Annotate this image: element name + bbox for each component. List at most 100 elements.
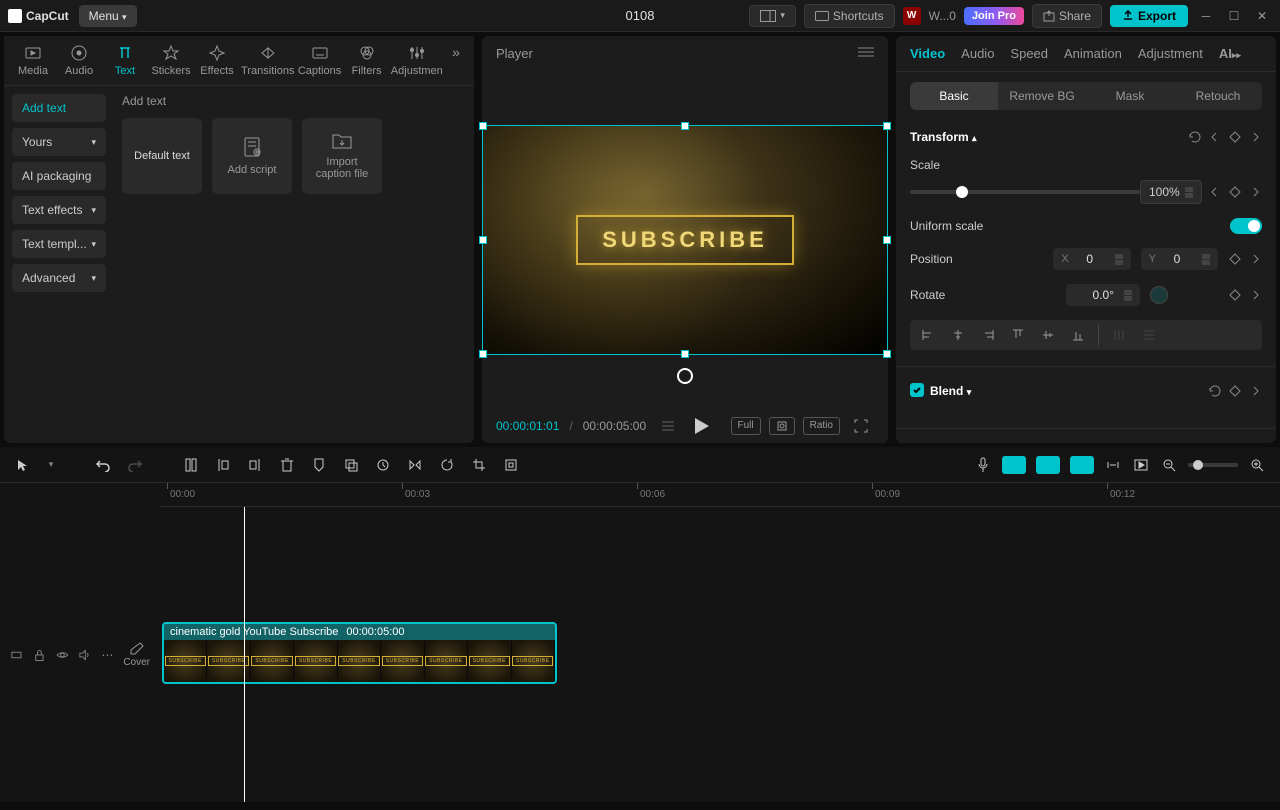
keyframe-next-icon[interactable] xyxy=(1248,130,1262,144)
position-y-input[interactable]: Y0 xyxy=(1141,248,1218,270)
keyframe-prev-icon[interactable] xyxy=(1208,130,1222,144)
tab-transitions[interactable]: Transitions xyxy=(242,42,293,79)
subtab-retouch[interactable]: Retouch xyxy=(1174,82,1262,110)
resize-handle-bm[interactable] xyxy=(681,350,689,358)
rotate-input[interactable]: 0.0° xyxy=(1066,284,1140,306)
keyframe-prev-icon[interactable] xyxy=(1208,185,1222,199)
reverse-tool[interactable] xyxy=(374,456,392,474)
freeze-tool[interactable] xyxy=(502,456,520,474)
scale-slider[interactable] xyxy=(910,190,1140,194)
crop-tool[interactable] xyxy=(470,456,488,474)
snap-track-toggle[interactable] xyxy=(1036,456,1060,474)
prop-tab-ai[interactable]: AI▸▸ xyxy=(1219,46,1241,61)
select-dropdown[interactable]: ▾ xyxy=(46,456,56,474)
prop-tab-speed[interactable]: Speed xyxy=(1010,46,1048,61)
timeline-clip[interactable]: cinematic gold YouTube Subscribe 00:00:0… xyxy=(162,622,557,684)
sidebar-text-effects[interactable]: Text effects▾ xyxy=(12,196,106,224)
position-x-input[interactable]: X0 xyxy=(1053,248,1130,270)
prop-tab-audio[interactable]: Audio xyxy=(961,46,994,61)
select-tool[interactable] xyxy=(14,456,32,474)
tab-stickers[interactable]: Stickers xyxy=(150,42,192,79)
tab-filters[interactable]: Filters xyxy=(346,42,388,79)
subtab-basic[interactable]: Basic xyxy=(910,82,998,110)
keyframe-next-icon[interactable] xyxy=(1248,252,1262,266)
tab-adjustment[interactable]: Adjustmen xyxy=(392,42,442,79)
list-icon[interactable] xyxy=(662,420,674,432)
zoom-slider[interactable] xyxy=(1188,463,1238,467)
blend-header[interactable]: Blend ▾ xyxy=(910,383,971,398)
align-top[interactable] xyxy=(1004,324,1032,346)
tab-captions[interactable]: Captions xyxy=(297,42,341,79)
fullscreen-button[interactable] xyxy=(848,417,874,435)
lock-icon[interactable] xyxy=(33,648,46,662)
resize-handle-br[interactable] xyxy=(883,350,891,358)
mirror-tool[interactable] xyxy=(406,456,424,474)
zoom-in[interactable] xyxy=(1248,456,1266,474)
keyframe-icon[interactable] xyxy=(1228,384,1242,398)
undo-button[interactable] xyxy=(94,456,112,474)
prop-tab-video[interactable]: Video xyxy=(910,46,945,61)
tab-text[interactable]: Text xyxy=(104,42,146,79)
align-bottom[interactable] xyxy=(1064,324,1092,346)
reset-icon[interactable] xyxy=(1188,130,1202,144)
cover-button[interactable]: Cover xyxy=(123,641,150,668)
shortcuts-button[interactable]: Shortcuts xyxy=(804,4,895,28)
keyframe-icon[interactable] xyxy=(1228,185,1242,199)
card-import-caption[interactable]: Import caption file xyxy=(302,118,382,194)
align-right[interactable] xyxy=(974,324,1002,346)
tab-media[interactable]: Media xyxy=(12,42,54,79)
delete-tool[interactable] xyxy=(278,456,296,474)
user-avatar[interactable]: W xyxy=(903,7,921,25)
align-center-v[interactable] xyxy=(1034,324,1062,346)
sidebar-yours[interactable]: Yours▾ xyxy=(12,128,106,156)
join-pro-button[interactable]: Join Pro xyxy=(964,7,1024,25)
card-add-script[interactable]: Add script xyxy=(212,118,292,194)
tab-audio[interactable]: Audio xyxy=(58,42,100,79)
copy-tool[interactable] xyxy=(342,456,360,474)
split-tool[interactable] xyxy=(182,456,200,474)
keyframe-icon[interactable] xyxy=(1228,252,1242,266)
scale-input[interactable]: 100% xyxy=(1140,180,1202,204)
marker-tool[interactable] xyxy=(310,456,328,474)
eye-icon[interactable] xyxy=(56,648,69,662)
align-left[interactable] xyxy=(914,324,942,346)
resize-handle-ml[interactable] xyxy=(479,236,487,244)
align-center-h[interactable] xyxy=(944,324,972,346)
subtab-mask[interactable]: Mask xyxy=(1086,82,1174,110)
prop-tab-adjustment[interactable]: Adjustment xyxy=(1138,46,1203,61)
more-icon[interactable]: ⋯ xyxy=(101,648,113,662)
play-button[interactable] xyxy=(695,418,709,434)
layout-button[interactable]: ▾ xyxy=(749,5,796,27)
close-button[interactable]: ✕ xyxy=(1252,6,1272,26)
snap-main-toggle[interactable] xyxy=(1002,456,1026,474)
timeline-ruler[interactable]: 00:00 00:03 00:06 00:09 00:12 xyxy=(160,483,1280,507)
subtab-remove-bg[interactable]: Remove BG xyxy=(998,82,1086,110)
minimize-button[interactable]: ─ xyxy=(1196,6,1216,26)
redo-button[interactable] xyxy=(126,456,144,474)
share-button[interactable]: Share xyxy=(1032,4,1102,28)
rotate-tool[interactable] xyxy=(438,456,456,474)
sidebar-ai-packaging[interactable]: AI packaging xyxy=(12,162,106,190)
reset-icon[interactable] xyxy=(1208,384,1222,398)
card-default-text[interactable]: Default text xyxy=(122,118,202,194)
resize-handle-mr[interactable] xyxy=(883,236,891,244)
keyframe-next-icon[interactable] xyxy=(1248,185,1262,199)
prop-tab-animation[interactable]: Animation xyxy=(1064,46,1122,61)
speaker-icon[interactable] xyxy=(78,648,91,662)
keyframe-icon[interactable] xyxy=(1228,130,1242,144)
player-menu-icon[interactable] xyxy=(858,46,874,58)
maximize-button[interactable]: ☐ xyxy=(1224,6,1244,26)
sidebar-add-text[interactable]: Add text xyxy=(12,94,106,122)
sidebar-advanced[interactable]: Advanced▾ xyxy=(12,264,106,292)
resize-handle-bl[interactable] xyxy=(479,350,487,358)
ratio-button[interactable]: Ratio xyxy=(803,417,840,435)
link-tool[interactable] xyxy=(1104,456,1122,474)
trim-right-tool[interactable] xyxy=(246,456,264,474)
menu-button[interactable]: Menu ▾ xyxy=(79,5,137,27)
tab-effects[interactable]: Effects xyxy=(196,42,238,79)
sidebar-text-templates[interactable]: Text templ...▾ xyxy=(12,230,106,258)
preview-tool[interactable] xyxy=(1132,456,1150,474)
tab-more[interactable]: » xyxy=(446,42,466,79)
video-preview[interactable]: SUBSCRIBE xyxy=(482,125,888,355)
full-button[interactable]: Full xyxy=(731,417,761,435)
